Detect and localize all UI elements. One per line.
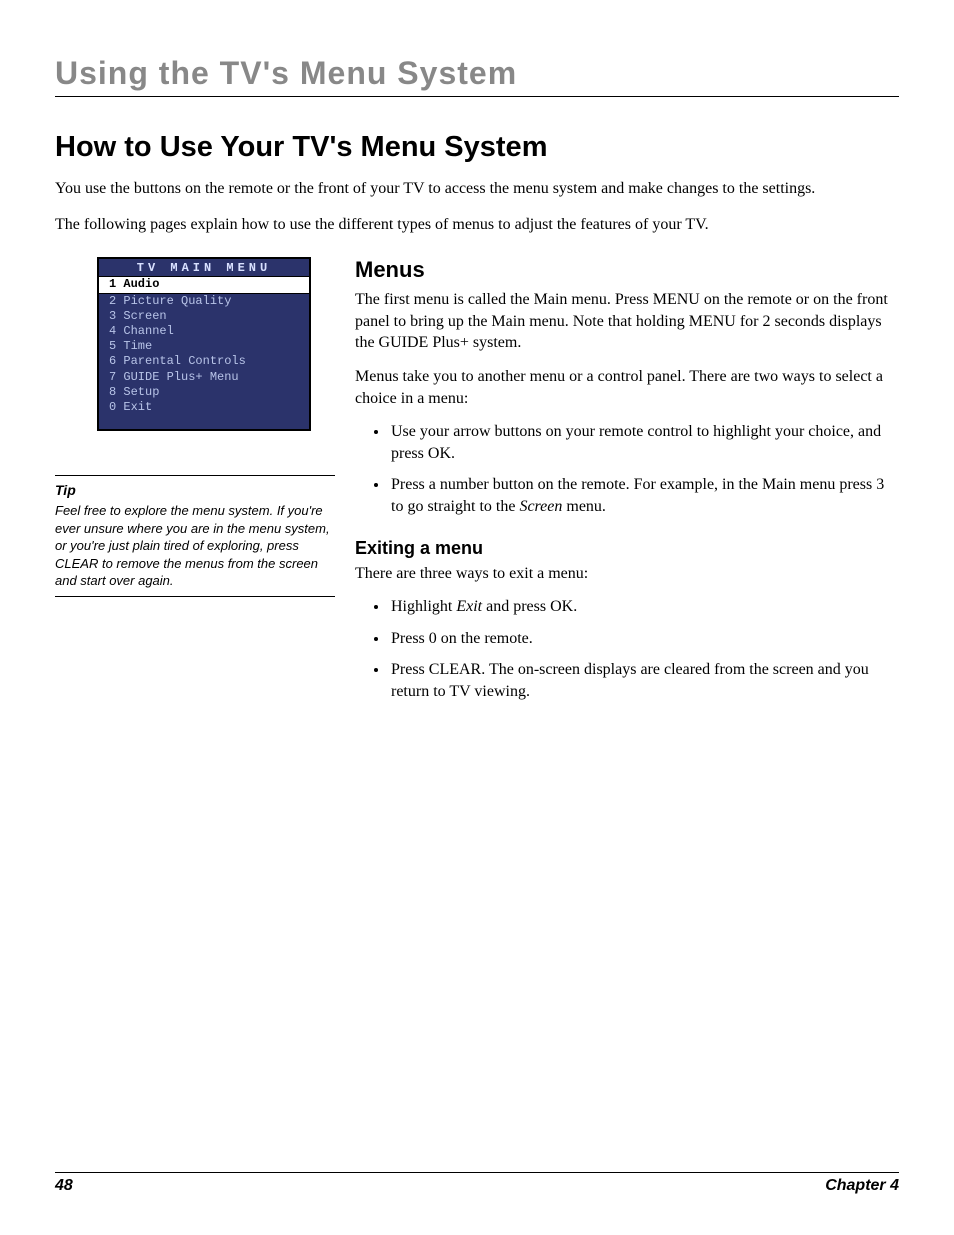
tv-menu-item: 8 Setup: [99, 385, 309, 400]
footer-rule: [55, 1172, 899, 1173]
intro-p2: The following pages explain how to use t…: [55, 214, 875, 236]
menus-p2: Menus take you to another menu or a cont…: [355, 366, 899, 409]
intro-p1: You use the buttons on the remote or the…: [55, 178, 875, 200]
footer-page: 48: [55, 1177, 73, 1195]
exiting-li1-a: Highlight: [391, 598, 456, 615]
tip-heading: Tip: [55, 482, 335, 498]
exiting-p1: There are three ways to exit a menu:: [355, 563, 899, 585]
tv-menu-item: 6 Parental Controls: [99, 354, 309, 369]
tip-body: Feel free to explore the menu system. If…: [55, 502, 335, 590]
menus-li1: Use your arrow buttons on your remote co…: [389, 421, 899, 464]
tv-menu-item: 2 Picture Quality: [99, 294, 309, 309]
menus-p1: The first menu is called the Main menu. …: [355, 289, 899, 354]
footer: 48 Chapter 4: [55, 1172, 899, 1195]
chapter-head: Using the TV's Menu System: [55, 55, 899, 92]
exiting-heading: Exiting a menu: [355, 538, 899, 559]
tip-rule-bottom: [55, 596, 335, 597]
tip-box: Tip Feel free to explore the menu system…: [55, 475, 335, 597]
tv-menu-item: 5 Time: [99, 339, 309, 354]
tv-menu-item: 4 Channel: [99, 324, 309, 339]
exiting-li2: Press 0 on the remote.: [389, 628, 899, 650]
exiting-li1-italic: Exit: [456, 598, 482, 615]
tv-menu-item: 3 Screen: [99, 309, 309, 324]
exiting-li3: Press CLEAR. The on-screen displays are …: [389, 659, 899, 702]
tv-menu-title: TV MAIN MENU: [99, 259, 309, 276]
tv-menu-item: 0 Exit: [99, 400, 309, 415]
tip-rule-top: [55, 475, 335, 476]
tv-main-menu: TV MAIN MENU 1 Audio2 Picture Quality3 S…: [97, 257, 311, 431]
menus-li2: Press a number button on the remote. For…: [389, 474, 899, 517]
tv-menu-item: 1 Audio: [99, 276, 309, 293]
tv-menu-item: 7 GUIDE Plus+ Menu: [99, 370, 309, 385]
exiting-li1-b: and press OK.: [482, 598, 577, 615]
page-title: How to Use Your TV's Menu System: [55, 131, 899, 164]
menus-li2-a: Press a number button on the remote. For…: [391, 476, 884, 515]
exiting-li1: Highlight Exit and press OK.: [389, 596, 899, 618]
menus-li2-b: menu.: [562, 498, 606, 515]
footer-chapter: Chapter 4: [825, 1177, 899, 1195]
chapter-rule: [55, 96, 899, 97]
menus-li2-italic: Screen: [519, 498, 562, 515]
menus-heading: Menus: [355, 257, 899, 283]
